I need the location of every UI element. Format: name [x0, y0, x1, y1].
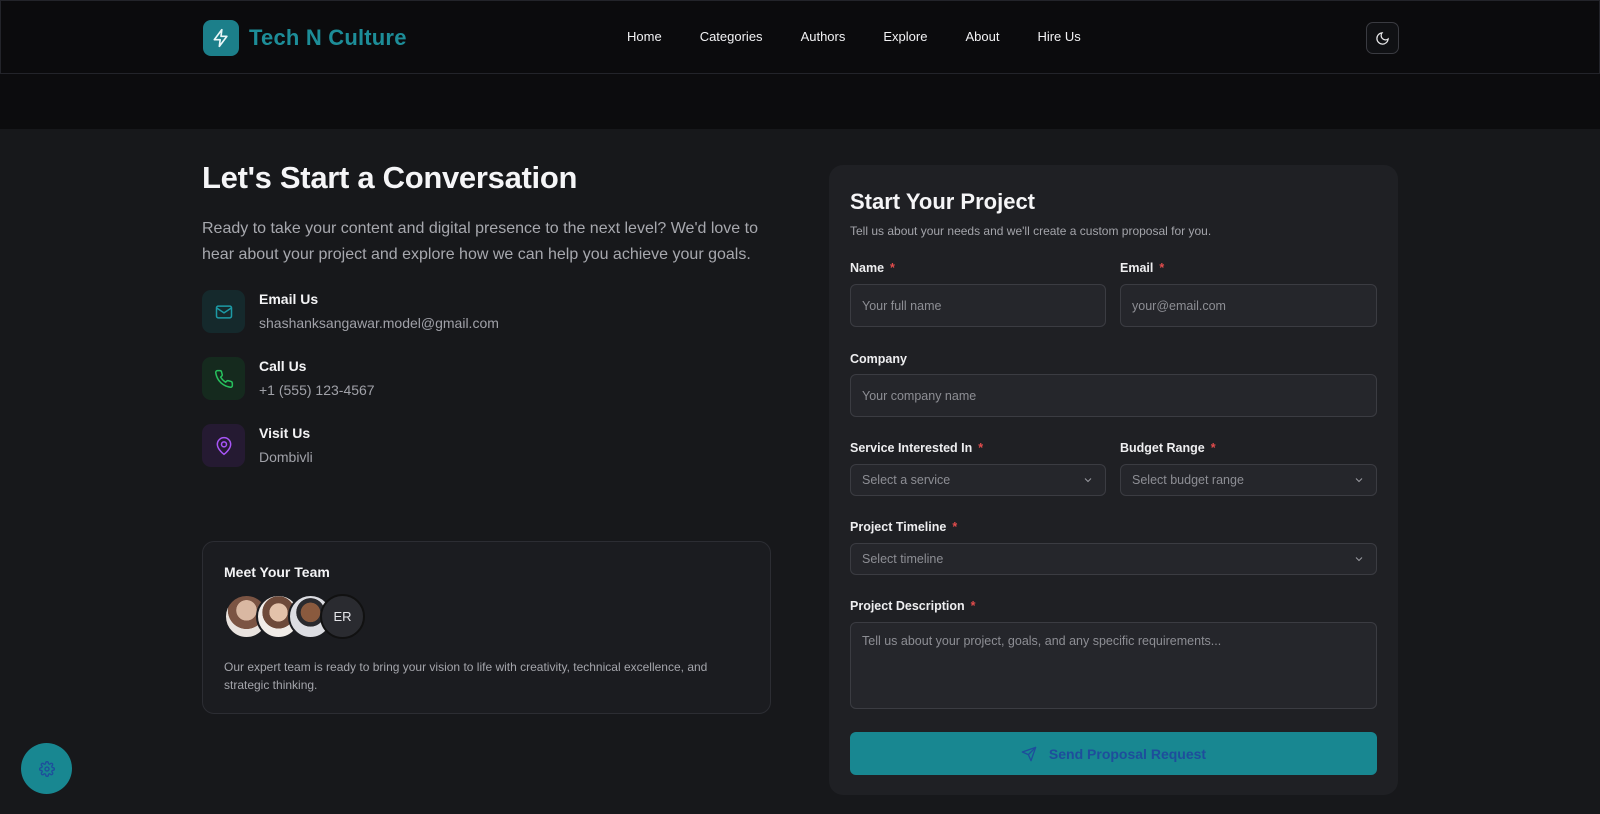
contact-visit: Visit Us Dombivli — [202, 424, 772, 467]
team-avatars: ER — [224, 594, 749, 640]
settings-fab-button[interactable] — [21, 743, 72, 794]
contact-list: Email Us shashanksangawar.model@gmail.co… — [202, 290, 772, 467]
hero-description: Ready to take your content and digital p… — [202, 220, 758, 263]
send-icon — [1021, 746, 1037, 761]
timeline-select[interactable]: Select timeline — [850, 543, 1377, 575]
header-band — [0, 74, 1600, 129]
team-description: Our expert team is ready to bring your v… — [224, 660, 708, 692]
brand[interactable]: Tech N Culture — [203, 20, 407, 56]
bolt-icon — [203, 20, 239, 56]
chevron-down-icon — [1355, 557, 1363, 562]
project-form-card: Start Your Project Tell us about your ne… — [829, 165, 1398, 795]
top-navbar: Tech N Culture Home Categories Authors E… — [0, 0, 1600, 74]
contact-visit-title: Visit Us — [259, 425, 311, 441]
service-select-value: Select a service — [862, 473, 951, 487]
contact-visit-value: Dombivli — [259, 449, 313, 465]
gear-icon — [38, 760, 55, 777]
contact-email-value[interactable]: shashanksangawar.model@gmail.com — [259, 315, 499, 331]
form-subtitle: Tell us about your needs and we'll creat… — [850, 224, 1212, 238]
timeline-label: Project Timeline * — [850, 520, 958, 534]
contact-phone-title: Call Us — [259, 358, 307, 374]
contact-phone-value[interactable]: +1 (555) 123-4567 — [259, 382, 375, 398]
map-pin-icon — [202, 424, 245, 467]
moon-icon — [1376, 31, 1389, 45]
timeline-select-value: Select timeline — [862, 552, 944, 566]
contact-intro: Let's Start a Conversation Ready to take… — [202, 160, 772, 467]
page-title: Let's Start a Conversation — [202, 160, 578, 195]
budget-select-value: Select budget range — [1132, 473, 1244, 487]
contact-email: Email Us shashanksangawar.model@gmail.co… — [202, 290, 772, 333]
description-textarea[interactable]: Tell us about your project, goals, and a… — [850, 622, 1377, 709]
main-nav: Home Categories Authors Explore About Hi… — [627, 29, 1081, 44]
chevron-down-icon — [1084, 478, 1092, 483]
name-label: Name * — [850, 261, 895, 275]
form-title: Start Your Project — [850, 189, 1036, 214]
theme-toggle-button[interactable] — [1366, 22, 1399, 54]
nav-explore[interactable]: Explore — [883, 29, 927, 44]
team-title: Meet Your Team — [224, 564, 330, 580]
nav-home[interactable]: Home — [627, 29, 662, 44]
service-label: Service Interested In * — [850, 441, 984, 455]
chevron-down-icon — [1355, 478, 1363, 483]
email-label: Email * — [1120, 261, 1165, 275]
nav-about[interactable]: About — [965, 29, 999, 44]
description-label: Project Description * — [850, 599, 976, 613]
name-input[interactable]: Your full name — [850, 284, 1106, 327]
budget-label: Budget Range * — [1120, 441, 1216, 455]
service-select[interactable]: Select a service — [850, 464, 1106, 496]
contact-email-title: Email Us — [259, 291, 319, 307]
nav-authors[interactable]: Authors — [801, 29, 846, 44]
budget-select[interactable]: Select budget range — [1120, 464, 1377, 496]
mail-icon — [202, 290, 245, 333]
team-card: Meet Your Team ER Our expert team is rea… — [202, 541, 771, 714]
company-label: Company — [850, 352, 907, 366]
avatar-initials: ER — [320, 594, 365, 639]
nav-categories[interactable]: Categories — [700, 29, 763, 44]
brand-name: Tech N Culture — [249, 25, 407, 50]
send-proposal-label: Send Proposal Request — [1048, 745, 1207, 762]
nav-hire-us[interactable]: Hire Us — [1037, 29, 1080, 44]
company-input[interactable]: Your company name — [850, 374, 1377, 417]
contact-phone: Call Us +1 (555) 123-4567 — [202, 357, 772, 400]
phone-icon — [202, 357, 245, 400]
email-input[interactable]: your@email.com — [1120, 284, 1377, 327]
send-proposal-button[interactable]: Send Proposal Request — [850, 732, 1377, 775]
